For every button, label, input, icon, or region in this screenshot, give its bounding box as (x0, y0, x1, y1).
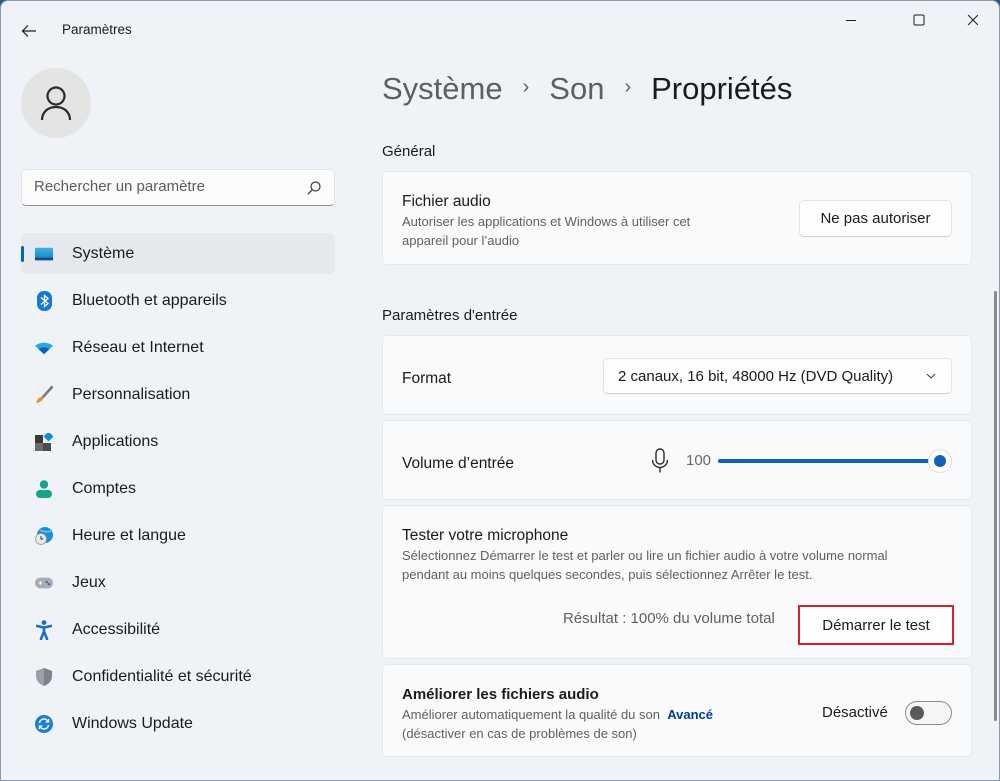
user-avatar[interactable] (21, 68, 91, 138)
dont-allow-button[interactable]: Ne pas autoriser (799, 200, 952, 237)
account-icon (35, 479, 53, 498)
sidebar-item-label: Applications (72, 432, 159, 450)
accessibility-icon (35, 619, 53, 640)
enhance-audio-card: Améliorer les fichiers audio Améliorer a… (382, 664, 972, 757)
input-volume-slider-thumb[interactable] (929, 450, 951, 472)
maximize-button[interactable] (896, 9, 942, 31)
paintbrush-icon (35, 385, 53, 404)
apps-icon (35, 432, 53, 451)
shield-icon (35, 667, 53, 686)
sidebar-item-systeme[interactable]: Système (21, 233, 335, 274)
enhance-audio-toggle[interactable] (905, 701, 952, 725)
back-button[interactable] (17, 19, 41, 43)
input-volume-slider-track[interactable] (718, 459, 940, 463)
format-dropdown[interactable]: 2 canaux, 16 bit, 48000 Hz (DVD Quality) (603, 358, 952, 394)
test-microphone-desc-line1: Sélectionnez Démarrer le test et parler … (402, 548, 888, 563)
sidebar-item-personnalisation[interactable]: Personnalisation (21, 374, 335, 415)
audio-file-desc-line1: Autoriser les applications et Windows à … (402, 214, 691, 229)
back-arrow-icon (21, 25, 36, 37)
sidebar-item-comptes[interactable]: Comptes (21, 468, 335, 509)
section-title-input: Paramètres d'entrée (382, 307, 518, 324)
wifi-icon (35, 339, 53, 357)
globe-clock-icon (35, 526, 53, 545)
audio-file-card: Fichier audio Autoriser les applications… (382, 171, 972, 265)
enhance-audio-desc-line2: (désactiver en cas de problèmes de son) (402, 726, 637, 741)
sidebar-item-label: Windows Update (72, 714, 193, 732)
audio-file-title: Fichier audio (402, 193, 491, 210)
breadcrumb-separator: › (522, 75, 530, 98)
search-box[interactable] (21, 169, 335, 206)
breadcrumb-son[interactable]: Son (549, 71, 604, 107)
format-label: Format (402, 370, 452, 387)
maximize-icon (913, 14, 925, 26)
advanced-link[interactable]: Avancé (667, 707, 713, 722)
test-microphone-card: Tester votre microphone Sélectionnez Dém… (382, 505, 972, 659)
microphone-icon (651, 448, 669, 473)
enhance-audio-desc-line1: Améliorer automatiquement la qualité du … (402, 705, 713, 725)
breadcrumb-systeme[interactable]: Système (382, 71, 503, 107)
breadcrumb: Système › Son › Propriétés (382, 71, 792, 107)
sidebar-item-label: Système (72, 244, 135, 262)
sidebar-item-label: Jeux (72, 573, 106, 591)
enhance-toggle-label: Désactivé (822, 704, 888, 721)
bluetooth-icon (35, 290, 53, 311)
sidebar-nav: Système Bluetooth et appareils Réseau et… (21, 233, 335, 750)
vertical-scrollbar[interactable] (994, 291, 997, 721)
sidebar-item-label: Heure et langue (72, 526, 186, 544)
sidebar-item-confidentialite[interactable]: Confidentialité et sécurité (21, 656, 335, 697)
test-microphone-title: Tester votre microphone (402, 527, 569, 544)
minimize-icon (846, 20, 856, 21)
update-icon (35, 714, 53, 733)
page-title: Propriétés (651, 71, 793, 106)
sidebar-item-label: Accessibilité (72, 620, 161, 638)
sidebar-item-applications[interactable]: Applications (21, 421, 335, 462)
close-icon (967, 14, 979, 26)
format-value: 2 canaux, 16 bit, 48000 Hz (DVD Quality) (618, 367, 894, 385)
start-test-button[interactable]: Démarrer le test (798, 605, 954, 645)
sidebar-item-label: Comptes (72, 479, 137, 497)
sidebar-item-heure-langue[interactable]: Heure et langue (21, 515, 335, 556)
sidebar-item-jeux[interactable]: Jeux (21, 562, 335, 603)
gamepad-icon (35, 574, 53, 592)
sidebar-item-reseau[interactable]: Réseau et Internet (21, 327, 335, 368)
test-microphone-desc-line2: pendant au moins quelques secondes, puis… (402, 567, 813, 582)
test-result: Résultat : 100% du volume total (563, 610, 775, 627)
enhance-audio-title: Améliorer les fichiers audio (402, 686, 599, 703)
system-display-icon (35, 245, 53, 263)
app-title: Paramètres (62, 22, 132, 37)
sidebar-item-label: Réseau et Internet (72, 338, 204, 356)
settings-window: Paramètres Système Bluetooth et appar (0, 0, 1000, 781)
input-volume-label: Volume d’entrée (402, 455, 515, 472)
sidebar-item-bluetooth[interactable]: Bluetooth et appareils (21, 280, 335, 321)
sidebar-item-label: Bluetooth et appareils (72, 291, 227, 309)
sidebar-item-windows-update[interactable]: Windows Update (21, 703, 335, 744)
enhance-audio-desc-text: Améliorer automatiquement la qualité du … (402, 707, 660, 722)
search-icon[interactable] (306, 180, 322, 196)
section-title-general: Général (382, 143, 436, 160)
sidebar-item-label: Confidentialité et sécurité (72, 667, 252, 685)
sidebar-item-accessibilite[interactable]: Accessibilité (21, 609, 335, 650)
chevron-down-icon (926, 373, 936, 379)
close-button[interactable] (950, 9, 996, 31)
input-volume-value: 100 (686, 452, 712, 469)
format-card: Format 2 canaux, 16 bit, 48000 Hz (DVD Q… (382, 335, 972, 415)
title-bar: Paramètres (1, 1, 999, 43)
breadcrumb-separator: › (624, 75, 632, 98)
search-input[interactable] (34, 178, 294, 195)
sidebar-item-label: Personnalisation (72, 385, 191, 403)
user-icon (40, 86, 72, 121)
input-volume-card: Volume d’entrée 100 (382, 420, 972, 500)
audio-file-desc-line2: appareil pour l’audio (402, 233, 520, 248)
minimize-button[interactable] (828, 9, 874, 31)
